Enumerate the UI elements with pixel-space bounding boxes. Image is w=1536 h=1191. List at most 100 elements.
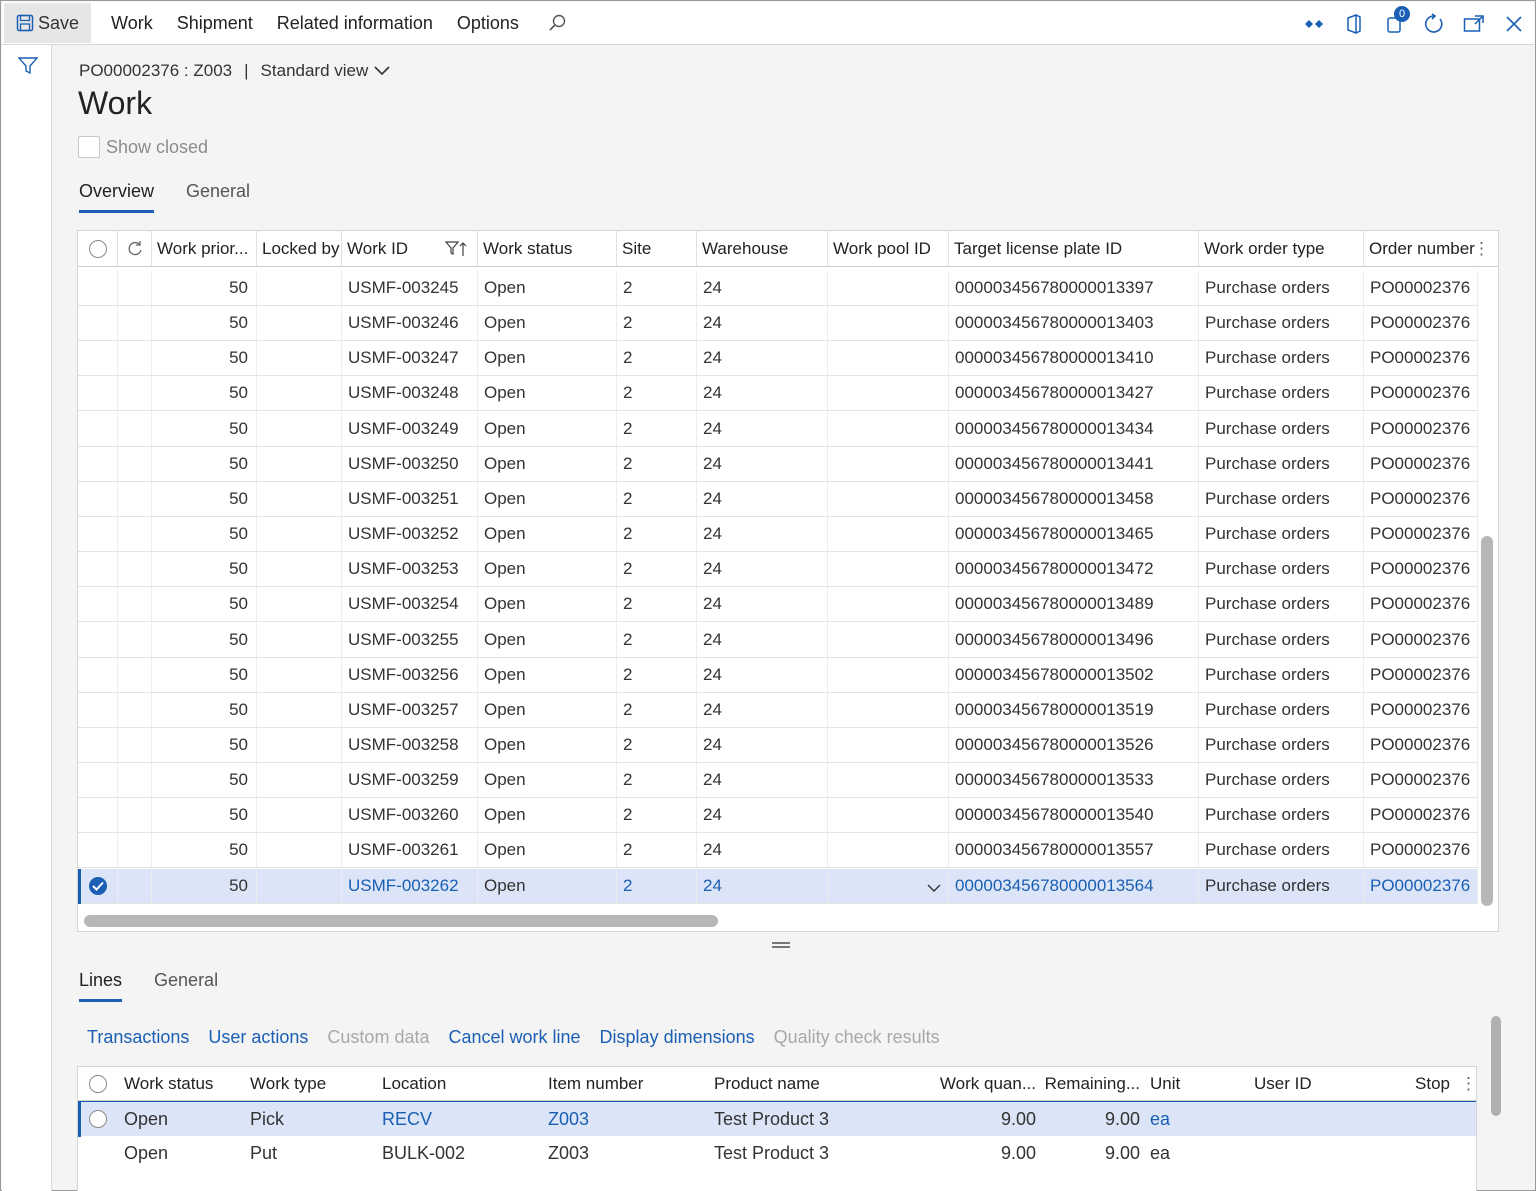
cell-work-id[interactable]: USMF-003246 bbox=[342, 306, 478, 341]
lcol-work-quantity[interactable]: Work quan... bbox=[934, 1067, 1040, 1100]
cell-order-number[interactable]: PO00002376 bbox=[1364, 833, 1478, 868]
table-row[interactable]: 50 USMF-003248 Open 2 24 00000345678000001342… bbox=[78, 376, 1478, 412]
tab-lines[interactable]: Lines bbox=[79, 970, 123, 1002]
row-select-cell[interactable] bbox=[78, 868, 118, 903]
table-row[interactable]: 50 USMF-003245 Open 2 24 00000345678000001339… bbox=[78, 271, 1478, 306]
line-action-display-dimensions[interactable]: Display dimensions bbox=[600, 1027, 755, 1048]
cell-order-number[interactable]: PO00002376 bbox=[1364, 692, 1478, 727]
lines-select-all-cell[interactable] bbox=[78, 1067, 118, 1100]
cell-warehouse[interactable]: 24 bbox=[697, 376, 828, 411]
cell-work-id[interactable]: USMF-003252 bbox=[342, 517, 478, 552]
close-icon[interactable] bbox=[1502, 12, 1526, 36]
cell-work-priority[interactable]: 50 bbox=[152, 727, 257, 762]
cell-locked-by[interactable] bbox=[257, 306, 342, 341]
cell-work-id[interactable]: USMF-003262 bbox=[342, 868, 478, 903]
lcol-stop[interactable]: Stop bbox=[1368, 1067, 1454, 1100]
col-target-license-plate[interactable]: Target license plate ID bbox=[949, 231, 1199, 266]
cell-work-order-type[interactable]: Purchase orders bbox=[1199, 622, 1364, 657]
lcell-product-name[interactable]: Test Product 3 bbox=[708, 1102, 934, 1136]
cell-work-id[interactable]: USMF-003259 bbox=[342, 763, 478, 798]
cell-locked-by[interactable] bbox=[257, 622, 342, 657]
row-select-cell[interactable] bbox=[78, 798, 118, 833]
cell-warehouse[interactable]: 24 bbox=[697, 517, 828, 552]
list-item[interactable]: Open Put BULK-002 Z003 Test Product 3 9.00 9.0… bbox=[78, 1136, 1476, 1171]
line-select-radio[interactable] bbox=[89, 1110, 107, 1128]
refresh-icon[interactable] bbox=[1422, 12, 1446, 36]
cell-work-pool-id[interactable] bbox=[828, 481, 949, 516]
cell-warehouse[interactable]: 24 bbox=[697, 552, 828, 587]
lcell-work-quantity[interactable]: 9.00 bbox=[934, 1102, 1040, 1136]
cell-order-number[interactable]: PO00002376 bbox=[1364, 552, 1478, 587]
lcell-location[interactable]: BULK-002 bbox=[376, 1136, 542, 1171]
cell-locked-by[interactable] bbox=[257, 868, 342, 903]
cell-work-order-type[interactable]: Purchase orders bbox=[1199, 798, 1364, 833]
col-work-priority[interactable]: Work prior... bbox=[152, 231, 257, 266]
cell-work-order-type[interactable]: Purchase orders bbox=[1199, 481, 1364, 516]
cell-target-license-plate[interactable]: 000003456780000013489 bbox=[949, 587, 1199, 622]
cell-work-status[interactable]: Open bbox=[478, 376, 617, 411]
cell-order-number[interactable]: PO00002376 bbox=[1364, 341, 1478, 376]
cell-work-status[interactable]: Open bbox=[478, 552, 617, 587]
cell-work-order-type[interactable]: Purchase orders bbox=[1199, 376, 1364, 411]
cell-locked-by[interactable] bbox=[257, 517, 342, 552]
cell-locked-by[interactable] bbox=[257, 763, 342, 798]
cell-warehouse[interactable]: 24 bbox=[697, 692, 828, 727]
menu-options[interactable]: Options bbox=[445, 3, 531, 43]
notifications-icon[interactable]: 0 bbox=[1382, 5, 1410, 36]
line-action-transactions[interactable]: Transactions bbox=[87, 1027, 189, 1048]
col-site[interactable]: Site bbox=[617, 231, 697, 266]
table-row[interactable]: 50 USMF-003257 Open 2 24 00000345678000001351… bbox=[78, 692, 1478, 728]
lcell-work-type[interactable]: Put bbox=[244, 1136, 376, 1171]
menu-shipment[interactable]: Shipment bbox=[165, 3, 265, 43]
lcell-work-status[interactable]: Open bbox=[118, 1136, 244, 1171]
cell-site[interactable]: 2 bbox=[617, 306, 697, 341]
cell-work-id[interactable]: USMF-003248 bbox=[342, 376, 478, 411]
cell-work-id[interactable]: USMF-003260 bbox=[342, 798, 478, 833]
cell-work-priority[interactable]: 50 bbox=[152, 868, 257, 903]
lcell-product-name[interactable]: Test Product 3 bbox=[708, 1136, 934, 1171]
lcell-remaining[interactable]: 9.00 bbox=[1040, 1102, 1144, 1136]
cell-work-status[interactable]: Open bbox=[478, 622, 617, 657]
lcol-user-id[interactable]: User ID bbox=[1248, 1067, 1368, 1100]
lines-select-all-radio[interactable] bbox=[89, 1074, 107, 1093]
line-action-user-actions[interactable]: User actions bbox=[208, 1027, 308, 1048]
cell-site[interactable]: 2 bbox=[617, 798, 697, 833]
cell-work-priority[interactable]: 50 bbox=[152, 622, 257, 657]
cell-work-order-type[interactable]: Purchase orders bbox=[1199, 692, 1364, 727]
pane-splitter[interactable] bbox=[772, 942, 790, 948]
cell-work-id[interactable]: USMF-003247 bbox=[342, 341, 478, 376]
cell-work-status[interactable]: Open bbox=[478, 446, 617, 481]
table-row[interactable]: 50 USMF-003246 Open 2 24 00000345678000001340… bbox=[78, 306, 1478, 342]
lcell-work-quantity[interactable]: 9.00 bbox=[934, 1136, 1040, 1171]
row-select-cell[interactable] bbox=[78, 481, 118, 516]
cell-order-number[interactable]: PO00002376 bbox=[1364, 306, 1478, 341]
cell-work-status[interactable]: Open bbox=[478, 763, 617, 798]
cell-work-order-type[interactable]: Purchase orders bbox=[1199, 657, 1364, 692]
cell-locked-by[interactable] bbox=[257, 552, 342, 587]
lcol-work-status[interactable]: Work status bbox=[118, 1067, 244, 1100]
tab-overview[interactable]: Overview bbox=[79, 181, 155, 213]
cell-target-license-plate[interactable]: 000003456780000013557 bbox=[949, 833, 1199, 868]
cell-locked-by[interactable] bbox=[257, 798, 342, 833]
cell-work-pool-id[interactable] bbox=[828, 376, 949, 411]
lcell-unit[interactable]: ea bbox=[1144, 1102, 1248, 1136]
cell-work-status[interactable]: Open bbox=[478, 833, 617, 868]
cell-work-priority[interactable]: 50 bbox=[152, 481, 257, 516]
list-item[interactable]: Open Pick RECV Z003 Test Product 3 9.00 9.00 ea bbox=[78, 1101, 1476, 1137]
lcell-remaining[interactable]: 9.00 bbox=[1040, 1136, 1144, 1171]
lcell-item-number[interactable]: Z003 bbox=[542, 1136, 708, 1171]
row-select-cell[interactable] bbox=[78, 552, 118, 587]
cell-work-pool-id[interactable] bbox=[828, 727, 949, 762]
lcell-stop[interactable] bbox=[1368, 1136, 1454, 1171]
cell-work-status[interactable]: Open bbox=[478, 587, 617, 622]
cell-locked-by[interactable] bbox=[257, 727, 342, 762]
cell-site[interactable]: 2 bbox=[617, 271, 697, 305]
cell-target-license-plate[interactable]: 000003456780000013519 bbox=[949, 692, 1199, 727]
line-action-cancel-work-line[interactable]: Cancel work line bbox=[448, 1027, 580, 1048]
save-button[interactable]: Save bbox=[4, 3, 92, 43]
cell-work-status[interactable]: Open bbox=[478, 271, 617, 305]
cell-target-license-plate[interactable]: 000003456780000013526 bbox=[949, 727, 1199, 762]
lcell-stop[interactable] bbox=[1368, 1102, 1454, 1136]
row-select-cell[interactable] bbox=[78, 446, 118, 481]
lines-vertical-scrollbar[interactable] bbox=[1491, 1016, 1501, 1116]
